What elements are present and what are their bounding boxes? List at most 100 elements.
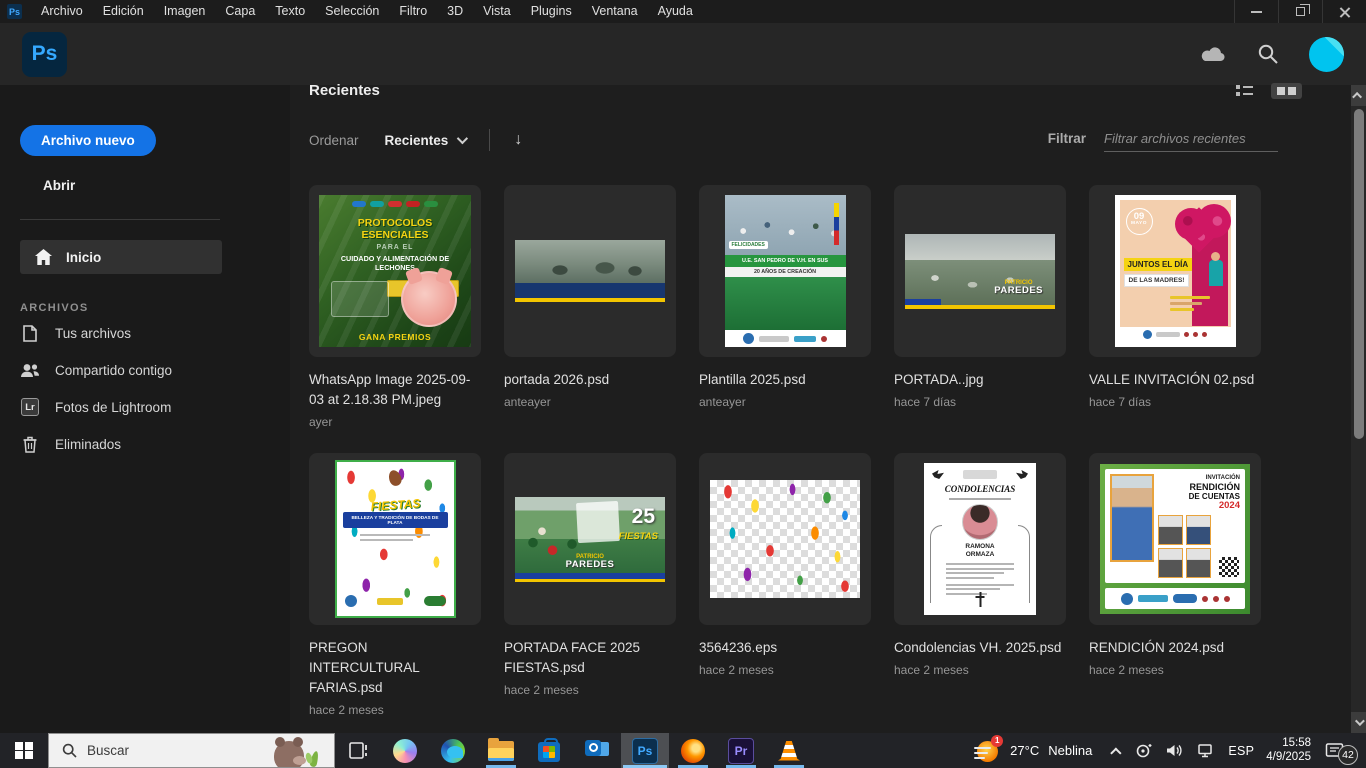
- menu-texto[interactable]: Texto: [265, 0, 315, 23]
- taskbar-app-edge[interactable]: [429, 733, 477, 768]
- close-button[interactable]: [1322, 0, 1366, 23]
- new-file-button[interactable]: Archivo nuevo: [20, 125, 156, 156]
- file-card[interactable]: INVITACIÓN RENDICIÓN DE CUENTAS 2024: [1089, 453, 1261, 741]
- view-toggles: [1230, 81, 1302, 100]
- taskbar-clock[interactable]: 15:58 4/9/2025: [1266, 737, 1311, 764]
- file-name[interactable]: portada 2026.psd: [504, 370, 676, 390]
- file-thumbnail[interactable]: CONDOLENCIAS RAMONAORMAZA: [894, 453, 1066, 625]
- minimize-button[interactable]: [1234, 0, 1278, 23]
- sort-dropdown[interactable]: Recientes: [385, 133, 466, 148]
- sidebar-item-tus-archivos[interactable]: Tus archivos: [20, 315, 290, 351]
- scrollbar-thumb[interactable]: [1354, 109, 1364, 439]
- file-thumbnail[interactable]: [504, 185, 676, 357]
- sort-direction-button[interactable]: ↓: [514, 131, 522, 149]
- menu-edicion[interactable]: Edición: [93, 0, 154, 23]
- sidebar-section-archivos: ARCHIVOS: [20, 302, 290, 314]
- list-view-button[interactable]: [1230, 81, 1259, 100]
- taskbar-app-explorer[interactable]: [477, 733, 525, 768]
- thumbnail-image: [515, 240, 665, 302]
- file-card[interactable]: FIESTAS BELLEZA Y TRADICIÓN DE BODAS DE …: [309, 453, 481, 741]
- file-thumbnail[interactable]: FIESTAS BELLEZA Y TRADICIÓN DE BODAS DE …: [309, 453, 481, 625]
- taskbar-search-box[interactable]: Buscar: [48, 733, 335, 768]
- speaker-photo: [1110, 474, 1154, 562]
- sidebar-item-eliminados[interactable]: Eliminados: [20, 426, 290, 462]
- sidebar-item-lightroom[interactable]: Lr Fotos de Lightroom: [20, 389, 290, 425]
- file-card[interactable]: 25 FIESTAS PATRICIOPAREDES PORTADA FACE …: [504, 453, 676, 741]
- language-indicator[interactable]: ESP: [1228, 744, 1254, 758]
- sidebar-item-home[interactable]: Inicio: [20, 240, 222, 274]
- tray-expand-icon[interactable]: [1111, 747, 1122, 758]
- file-card[interactable]: PROTOCOLOS ESENCIALES PARA EL CUIDADO Y …: [309, 185, 481, 453]
- file-thumbnail[interactable]: PROTOCOLOS ESENCIALES PARA EL CUIDADO Y …: [309, 185, 481, 357]
- menu-seleccion[interactable]: Selección: [315, 0, 389, 23]
- menu-plugins[interactable]: Plugins: [521, 0, 582, 23]
- file-thumbnail[interactable]: 25 FIESTAS PATRICIOPAREDES: [504, 453, 676, 625]
- taskbar-app-outlook[interactable]: [573, 733, 621, 768]
- file-name[interactable]: PORTADA FACE 2025 FIESTAS.psd: [504, 638, 676, 678]
- cloud-sync-icon[interactable]: [1199, 44, 1227, 64]
- copilot-icon: [393, 739, 417, 763]
- scroll-down-button[interactable]: [1351, 712, 1366, 733]
- start-button[interactable]: [0, 733, 48, 768]
- qr-code: [1219, 557, 1239, 577]
- account-avatar[interactable]: [1309, 37, 1344, 72]
- chevron-down-icon: [1355, 716, 1365, 726]
- file-card[interactable]: FELICIDADES U.E. SAN PEDRO DE V.H. EN SU…: [699, 185, 871, 453]
- menu-3d[interactable]: 3D: [437, 0, 473, 23]
- taskbar-app-photoshop[interactable]: Ps: [621, 733, 669, 768]
- file-thumbnail[interactable]: PATRICIOPAREDES: [894, 185, 1066, 357]
- taskbar-app-store[interactable]: [525, 733, 573, 768]
- file-name[interactable]: Condolencias VH. 2025.psd: [894, 638, 1066, 658]
- grid-view-button[interactable]: [1271, 83, 1302, 99]
- restore-icon: [1296, 7, 1305, 16]
- taskbar-app-vlc[interactable]: [765, 733, 813, 768]
- taskbar-app-premiere[interactable]: Pr: [717, 733, 765, 768]
- file-card[interactable]: 09MAYO JUNTOS EL DÍA DE LAS MADRES! VALL…: [1089, 185, 1261, 453]
- file-time: hace 7 días: [1089, 395, 1261, 409]
- file-card[interactable]: CONDOLENCIAS RAMONAORMAZA Condolencias V…: [894, 453, 1066, 741]
- restore-button[interactable]: [1278, 0, 1322, 23]
- menu-filtro[interactable]: Filtro: [389, 0, 437, 23]
- filter-input[interactable]: [1104, 129, 1278, 152]
- file-card[interactable]: PATRICIOPAREDES PORTADA..jpg hace 7 días: [894, 185, 1066, 453]
- file-name[interactable]: PORTADA..jpg: [894, 370, 1066, 390]
- photoshop-icon: Ps: [632, 738, 658, 764]
- file-card[interactable]: 3564236.eps hace 2 meses: [699, 453, 871, 741]
- file-name[interactable]: VALLE INVITACIÓN 02.psd: [1089, 370, 1261, 390]
- file-card[interactable]: portada 2026.psd anteayer: [504, 185, 676, 453]
- file-name[interactable]: 3564236.eps: [699, 638, 871, 658]
- taskbar-app-copilot[interactable]: [381, 733, 429, 768]
- menu-archivo[interactable]: Archivo: [31, 0, 93, 23]
- notification-center-button[interactable]: 42: [1325, 737, 1358, 765]
- open-button[interactable]: Abrir: [43, 178, 290, 193]
- search-icon[interactable]: [1257, 43, 1279, 65]
- divider: [489, 129, 490, 151]
- volume-icon[interactable]: [1166, 743, 1184, 758]
- meet-now-icon[interactable]: [1135, 743, 1153, 758]
- menu-ayuda[interactable]: Ayuda: [648, 0, 703, 23]
- scrollbar[interactable]: [1351, 85, 1366, 733]
- portrait-photo: [962, 504, 998, 540]
- dove-icon: [932, 470, 944, 479]
- weather-widget[interactable]: 1 27°C Neblina: [969, 738, 1098, 764]
- network-icon[interactable]: [1197, 743, 1215, 758]
- menu-vista[interactable]: Vista: [473, 0, 521, 23]
- file-thumbnail[interactable]: 09MAYO JUNTOS EL DÍA DE LAS MADRES!: [1089, 185, 1261, 357]
- file-thumbnail[interactable]: INVITACIÓN RENDICIÓN DE CUENTAS 2024: [1089, 453, 1261, 625]
- menu-capa[interactable]: Capa: [215, 0, 265, 23]
- thumbnail-image: 25 FIESTAS PATRICIOPAREDES: [515, 497, 665, 582]
- scroll-up-button[interactable]: [1351, 85, 1366, 106]
- file-name[interactable]: WhatsApp Image 2025-09-03 at 2.18.38 PM.…: [309, 370, 481, 410]
- taskbar-app-firefox[interactable]: [669, 733, 717, 768]
- file-thumbnail[interactable]: FELICIDADES U.E. SAN PEDRO DE V.H. EN SU…: [699, 185, 871, 357]
- minimize-icon: [1251, 11, 1262, 13]
- task-view-button[interactable]: [335, 733, 381, 768]
- file-name[interactable]: RENDICIÓN 2024.psd: [1089, 638, 1261, 658]
- file-thumbnail[interactable]: [699, 453, 871, 625]
- menu-ventana[interactable]: Ventana: [582, 0, 648, 23]
- file-name[interactable]: PREGON INTERCULTURAL FARIAS.psd: [309, 638, 481, 698]
- sidebar-item-compartido[interactable]: Compartido contigo: [20, 352, 290, 388]
- menu-imagen[interactable]: Imagen: [154, 0, 216, 23]
- file-name[interactable]: Plantilla 2025.psd: [699, 370, 871, 390]
- weather-temp: 27°C: [1010, 743, 1039, 758]
